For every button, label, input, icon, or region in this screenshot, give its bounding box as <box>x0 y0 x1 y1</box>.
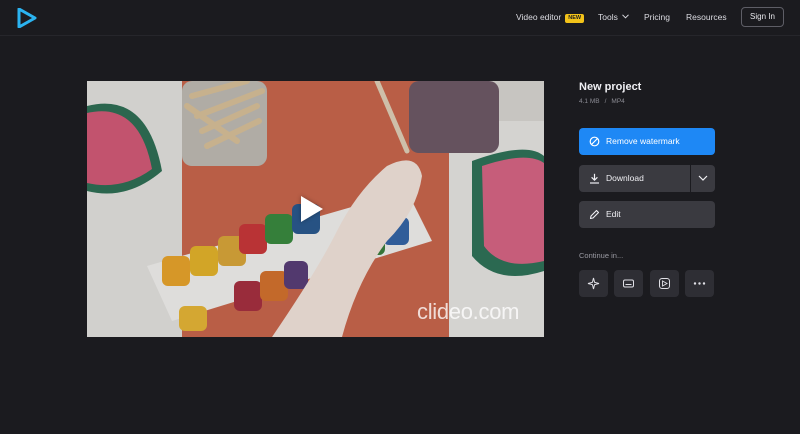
edit-label: Edit <box>606 209 621 219</box>
project-title: New project <box>579 81 642 93</box>
meta-separator: / <box>604 98 607 105</box>
play-logo-icon[interactable] <box>17 8 37 28</box>
new-badge: NEW <box>565 14 585 23</box>
continue-tool-video-edit[interactable] <box>650 270 679 297</box>
top-navigation: Video editor NEW Tools Pricing Resources … <box>0 0 800 36</box>
subtitles-icon <box>623 279 634 288</box>
project-meta: 4.1 MB / MP4 <box>579 98 625 105</box>
sparkle-icon <box>587 277 600 290</box>
watermark-text: clideo.com <box>417 299 520 324</box>
nav-tools-label: Tools <box>598 12 618 22</box>
continue-in-label: Continue in... <box>579 251 624 260</box>
chevron-down-icon <box>621 14 629 19</box>
remove-watermark-button[interactable]: Remove watermark <box>579 128 715 155</box>
video-edit-icon <box>659 278 670 289</box>
download-divider <box>690 165 691 192</box>
download-button[interactable]: Download <box>579 165 715 192</box>
nav-video-editor-label: Video editor <box>516 12 562 22</box>
continue-tool-more[interactable] <box>685 270 714 297</box>
nav-video-editor[interactable]: Video editor NEW <box>516 12 585 23</box>
remove-watermark-label: Remove watermark <box>606 136 680 146</box>
play-icon[interactable] <box>301 196 323 222</box>
download-icon <box>590 173 599 184</box>
nav-tools[interactable]: Tools <box>598 12 629 22</box>
nav-resources[interactable]: Resources <box>686 12 727 22</box>
more-icon <box>693 282 706 285</box>
edit-button[interactable]: Edit <box>579 201 715 228</box>
no-watermark-icon <box>589 136 600 147</box>
download-label: Download <box>606 173 644 183</box>
sign-in-button[interactable]: Sign In <box>741 7 784 27</box>
chevron-down-icon[interactable] <box>698 174 708 182</box>
continue-tool-sparkle[interactable] <box>579 270 608 297</box>
file-format: MP4 <box>611 98 625 105</box>
continue-tool-subtitles[interactable] <box>614 270 643 297</box>
nav-pricing[interactable]: Pricing <box>644 12 670 22</box>
file-size: 4.1 MB <box>579 98 600 105</box>
pencil-icon <box>589 209 600 220</box>
